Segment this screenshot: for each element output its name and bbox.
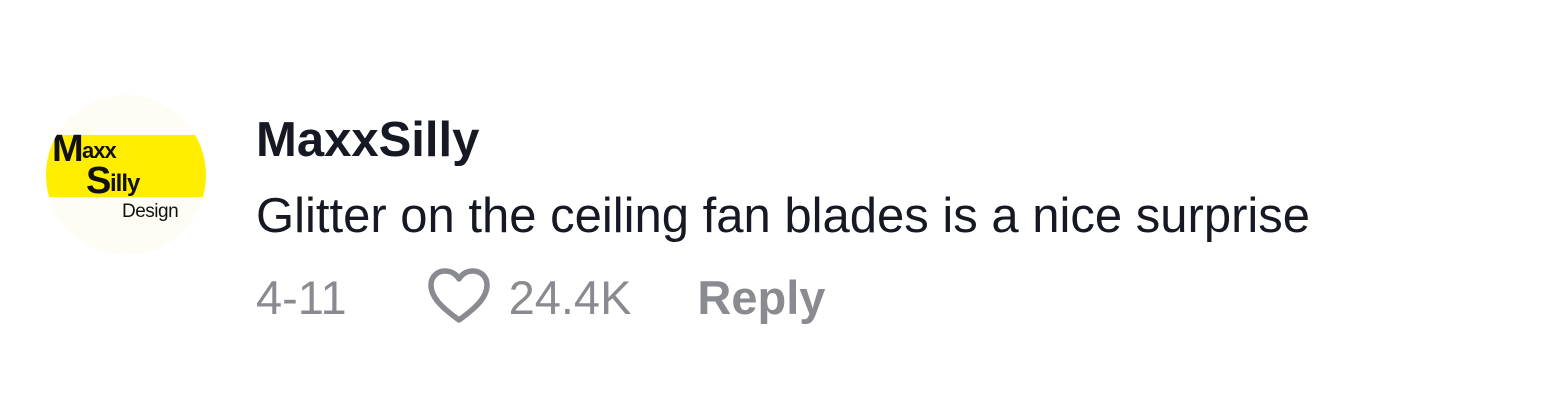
svg-text:Design: Design — [122, 201, 178, 222]
svg-text:illy: illy — [110, 170, 141, 197]
svg-text:M: M — [52, 128, 82, 170]
like-count: 24.4K — [508, 270, 632, 324]
comment-item: M axx S illy Design MaxxSilly Glitter on… — [0, 0, 1542, 418]
avatar[interactable]: M axx S illy Design — [46, 95, 206, 255]
comment-date: 4-11 — [256, 270, 347, 324]
heart-outline-icon[interactable] — [427, 267, 491, 327]
svg-text:S: S — [86, 160, 110, 202]
reply-button[interactable]: Reply — [697, 270, 825, 325]
comment-text: Glitter on the ceiling fan blades is a n… — [256, 189, 1311, 243]
comment-actions: 4-11 24.4K Reply — [256, 262, 825, 332]
username[interactable]: MaxxSilly — [256, 110, 479, 170]
like-button[interactable]: 24.4K — [427, 267, 632, 327]
avatar-logo: M axx S illy Design — [46, 95, 206, 255]
